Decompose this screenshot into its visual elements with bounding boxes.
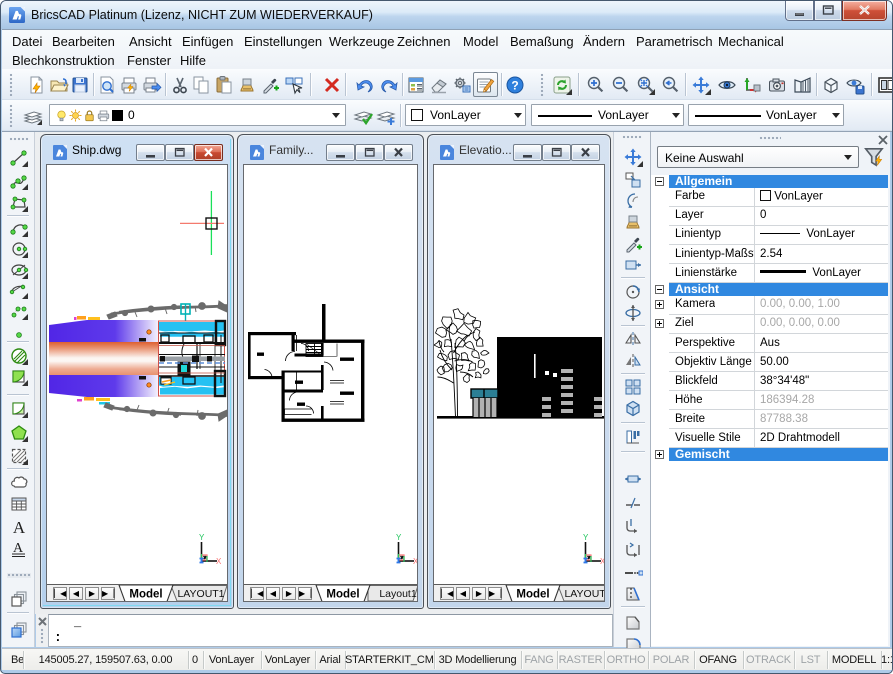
svg-text:?: ? [511, 78, 518, 92]
svg-text:X: X [216, 557, 221, 564]
svg-text:Model: Model [129, 589, 162, 601]
svg-text:X: X [600, 557, 605, 564]
svg-text:Y: Y [199, 533, 205, 542]
svg-text:Model: Model [516, 589, 549, 601]
svg-text:Model: Model [326, 589, 359, 601]
svg-text:Layout1: Layout1 [379, 588, 417, 600]
svg-text:LAYOUT1: LAYOUT1 [177, 588, 224, 600]
svg-text:LAYOUT1: LAYOUT1 [564, 588, 605, 600]
svg-text:A: A [13, 518, 26, 537]
svg-text:Y: Y [583, 533, 589, 542]
svg-text:X: X [413, 557, 418, 564]
svg-text:Y: Y [396, 533, 402, 542]
